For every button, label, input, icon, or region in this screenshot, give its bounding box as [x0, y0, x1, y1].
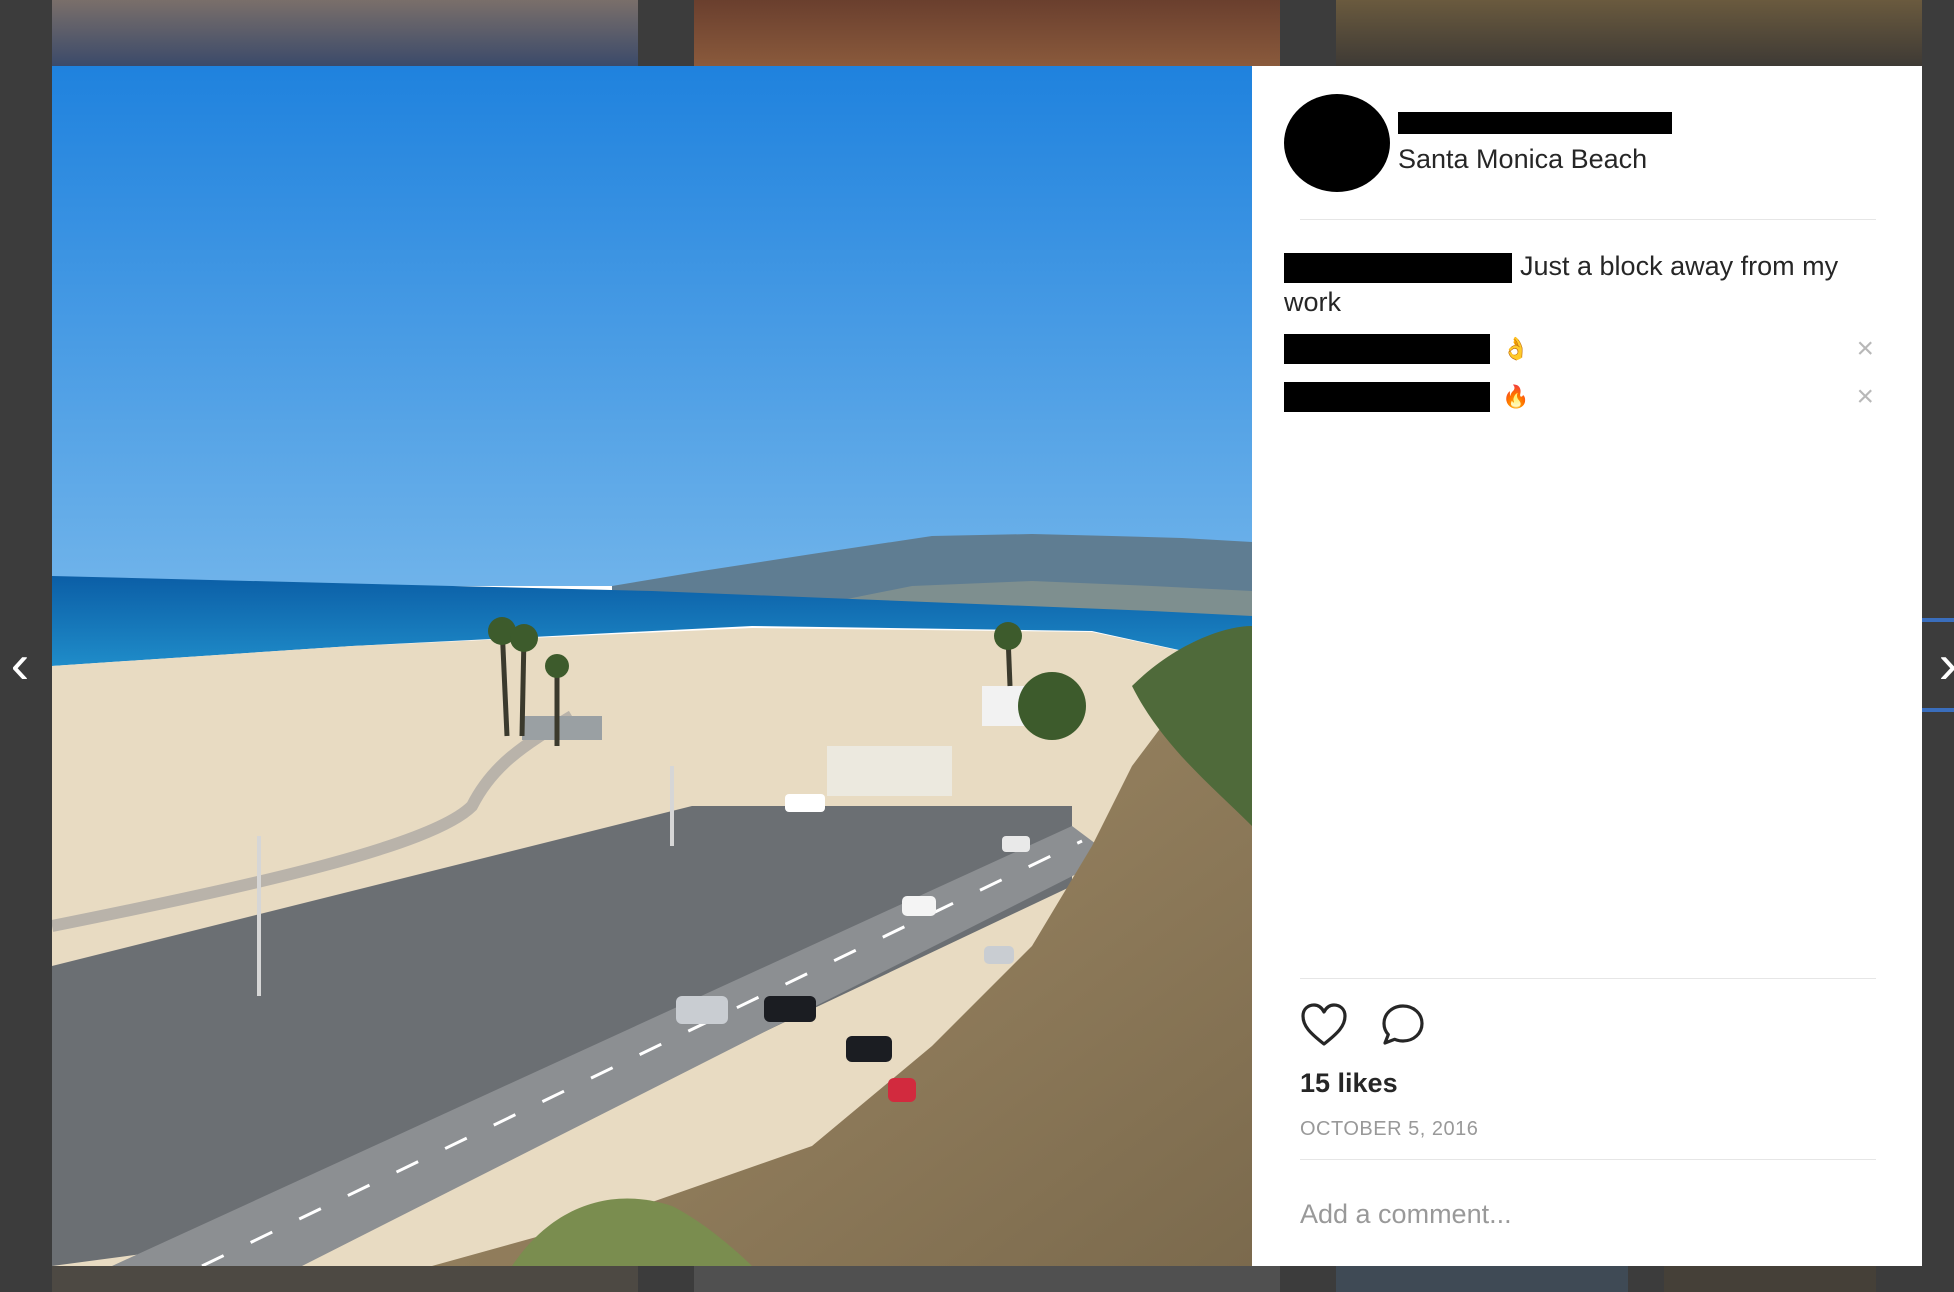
background-thumbnail[interactable] — [694, 0, 1280, 66]
redacted-username[interactable] — [1398, 112, 1672, 134]
caption: Just a block away from my work — [1284, 248, 1874, 320]
comment-divider — [1300, 1159, 1876, 1160]
post-photo[interactable] — [52, 66, 1252, 1266]
heart-icon — [1301, 1003, 1347, 1046]
avatar[interactable] — [1284, 94, 1390, 192]
background-thumbnail[interactable] — [52, 1266, 638, 1292]
ok-hand-emoji: 👌 — [1502, 336, 1530, 361]
background-thumbnail[interactable] — [1336, 0, 1922, 66]
post-side-panel: Santa Monica Beach Just a block away fro… — [1252, 66, 1922, 1266]
redacted-comment-author[interactable] — [1284, 334, 1490, 364]
background-thumbnail[interactable] — [52, 0, 638, 66]
close-icon[interactable]: × — [1856, 334, 1874, 364]
background-thumbnail[interactable] — [1336, 1266, 1628, 1292]
location-link[interactable]: Santa Monica Beach — [1398, 144, 1647, 175]
background-thumbnail[interactable] — [694, 1266, 1280, 1292]
redacted-caption-author[interactable] — [1284, 252, 1512, 283]
close-icon[interactable]: × — [1856, 382, 1874, 412]
add-comment-input[interactable] — [1300, 1186, 1876, 1242]
comment-row: 👌 × — [1284, 334, 1874, 364]
fire-emoji: 🔥 — [1502, 384, 1530, 409]
comment-row: 🔥 × — [1284, 382, 1874, 412]
like-button[interactable] — [1300, 1002, 1348, 1053]
beach-photo-image — [52, 66, 1252, 1266]
post-date[interactable]: OCTOBER 5, 2016 — [1300, 1118, 1478, 1141]
next-post-button[interactable]: › — [1928, 632, 1954, 696]
speech-bubble-icon — [1382, 1004, 1424, 1045]
comment-button[interactable] — [1380, 1002, 1426, 1053]
background-thumbnail[interactable] — [1664, 1266, 1876, 1292]
header-divider — [1300, 219, 1876, 220]
actions-divider — [1300, 978, 1876, 979]
chevron-left-icon: ‹ — [10, 632, 30, 695]
chevron-right-icon: › — [1939, 632, 1954, 695]
redacted-comment-author[interactable] — [1284, 382, 1490, 412]
likes-count[interactable]: 15 likes — [1300, 1068, 1398, 1099]
post-modal: Santa Monica Beach Just a block away fro… — [52, 66, 1922, 1266]
previous-post-button[interactable]: ‹ — [0, 632, 40, 696]
